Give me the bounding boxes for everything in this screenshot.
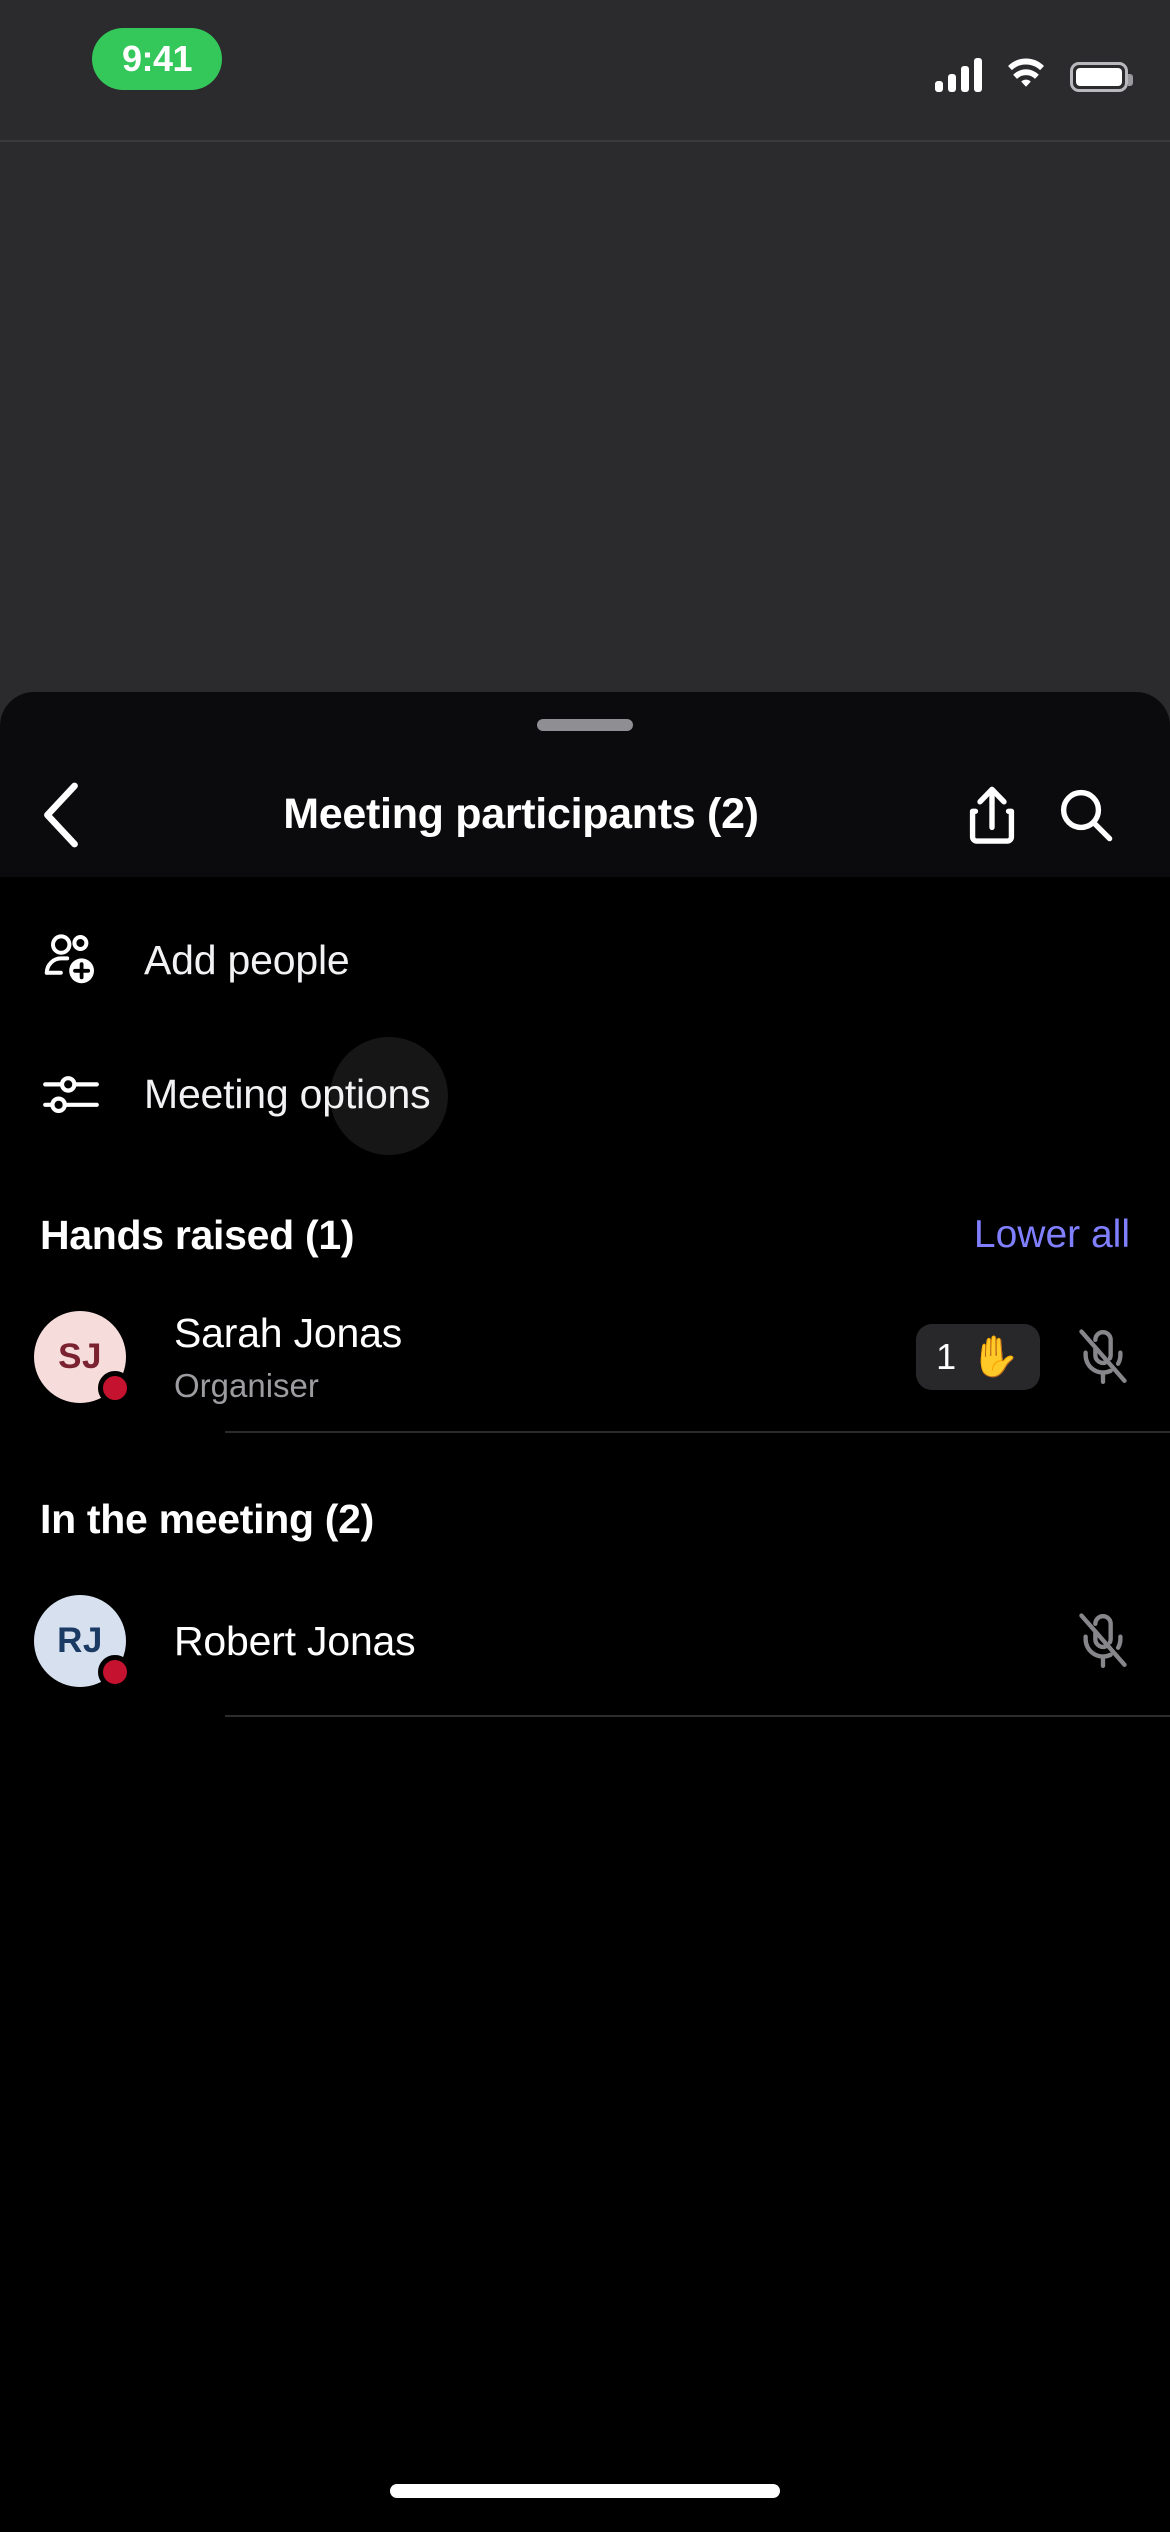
phone-screen: 9:41 Meeting participants (2) Add people… — [0, 0, 1170, 2532]
sliders-icon — [40, 1070, 102, 1118]
sheet-drag-handle[interactable] — [537, 719, 633, 731]
hands-raised-title: Hands raised (1) — [40, 1211, 355, 1258]
avatar-initials: SJ — [58, 1337, 102, 1376]
header-actions — [956, 775, 1122, 855]
participant-info: Robert Jonas — [174, 1618, 1072, 1665]
add-people-label: Add people — [144, 936, 350, 983]
page-title: Meeting participants (2) — [283, 790, 759, 838]
hand-raised-badge[interactable]: 1 ✋ — [916, 1324, 1040, 1390]
avatar-initials: RJ — [57, 1621, 103, 1660]
status-bar: 9:41 — [0, 0, 1170, 140]
sheet-body: Add people Meeting options Hands raised — [0, 877, 1170, 2532]
cellular-signal-icon — [935, 58, 982, 92]
row-divider — [225, 1431, 1170, 1433]
participants-sheet: Meeting participants (2) Add people Meet… — [0, 692, 1170, 2532]
search-button[interactable] — [1050, 775, 1122, 855]
wifi-icon — [1008, 58, 1044, 87]
search-icon — [1060, 789, 1113, 841]
lower-all-button[interactable]: Lower all — [974, 1213, 1130, 1257]
video-stage — [0, 140, 1170, 730]
chevron-left-icon — [44, 782, 78, 847]
presence-badge-busy — [98, 1655, 132, 1689]
section-header-in-the-meeting: In the meeting (2) — [0, 1471, 1170, 1567]
participant-status-icons: 1 ✋ — [916, 1324, 1134, 1390]
row-divider — [225, 1715, 1170, 1717]
add-people-row[interactable]: Add people — [0, 905, 1170, 1015]
meeting-options-row[interactable]: Meeting options — [0, 1037, 1170, 1155]
touch-ripple — [330, 1037, 448, 1155]
mic-off-icon[interactable] — [1072, 1610, 1134, 1672]
person-add-icon — [40, 932, 102, 988]
participant-status-icons — [1072, 1610, 1134, 1672]
raised-hand-icon: ✋ — [970, 1335, 1020, 1379]
status-bar-time: 9:41 — [121, 38, 193, 79]
participant-info: Sarah Jonas Organiser — [174, 1310, 916, 1405]
home-indicator[interactable] — [390, 2484, 780, 2498]
sheet-header: Meeting participants (2) — [0, 752, 1170, 877]
mic-off-icon[interactable] — [1072, 1326, 1134, 1388]
participant-row-sarah-jonas[interactable]: SJ Sarah Jonas Organiser 1 ✋ — [0, 1283, 1170, 1431]
presence-badge-busy — [98, 1371, 132, 1405]
section-header-hands-raised: Hands raised (1) Lower all — [0, 1187, 1170, 1283]
battery-full-icon — [1070, 62, 1133, 92]
participant-row-robert-jonas[interactable]: RJ Robert Jonas — [0, 1567, 1170, 1715]
avatar: SJ — [34, 1311, 132, 1405]
participant-name: Sarah Jonas — [174, 1309, 403, 1356]
in-the-meeting-title: In the meeting (2) — [40, 1495, 375, 1542]
participant-name: Robert Jonas — [174, 1617, 416, 1664]
active-call-time-pill[interactable]: 9:41 — [92, 28, 222, 90]
status-bar-icons — [935, 42, 1133, 92]
share-icon — [969, 786, 1015, 844]
share-button[interactable] — [956, 775, 1028, 855]
avatar: RJ — [34, 1595, 132, 1689]
participant-role: Organiser — [174, 1366, 319, 1404]
hand-raised-count: 1 — [936, 1336, 957, 1377]
